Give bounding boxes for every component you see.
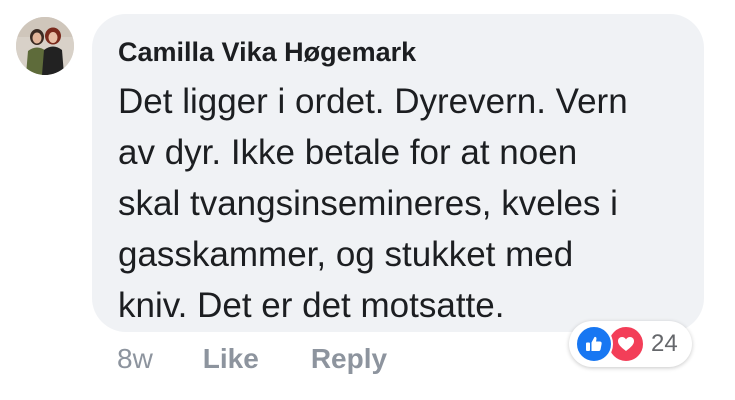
comment-timestamp[interactable]: 8w xyxy=(117,343,153,375)
comment-bubble: Camilla Vika Høgemark Det ligger i ordet… xyxy=(92,14,704,332)
comment-author[interactable]: Camilla Vika Høgemark xyxy=(118,34,680,70)
comment-actions: 8w Like Reply xyxy=(117,341,387,377)
reply-button[interactable]: Reply xyxy=(311,343,387,375)
thumbs-up-icon xyxy=(575,325,613,363)
comment-text: Det ligger i ordet. Dyrevern. Vern av dy… xyxy=(118,82,628,325)
avatar[interactable] xyxy=(16,17,74,75)
reaction-count: 24 xyxy=(651,330,678,357)
reactions-summary[interactable]: 24 xyxy=(569,321,692,367)
profile-photo xyxy=(16,17,74,75)
like-button[interactable]: Like xyxy=(203,343,259,375)
